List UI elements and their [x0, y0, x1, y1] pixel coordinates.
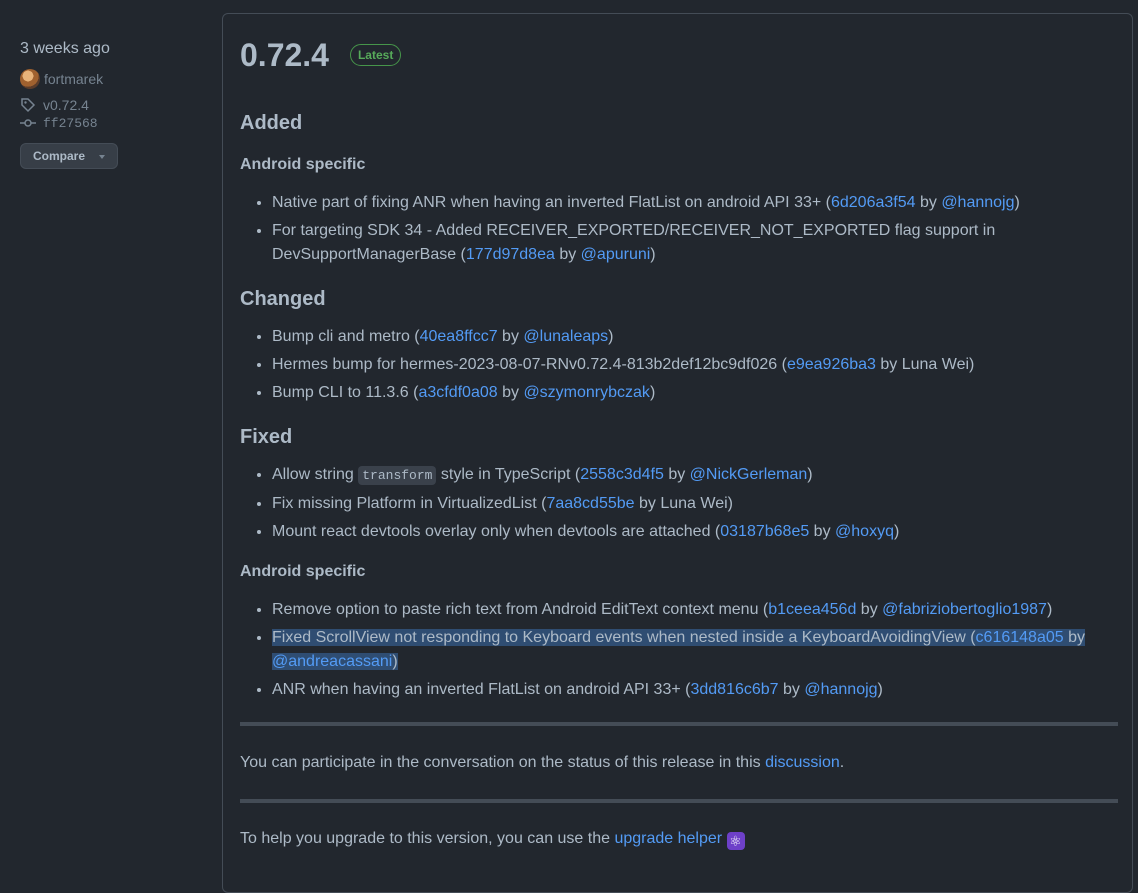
- user-link[interactable]: @szymonrybczak: [523, 384, 650, 401]
- release-title[interactable]: 0.72.4: [240, 37, 329, 74]
- tag-link[interactable]: v0.72.4: [20, 97, 200, 113]
- commit-link[interactable]: c616148a05: [976, 629, 1064, 646]
- release-sidebar: 3 weeks ago fortmarek v0.72.4 ff27568 Co…: [20, 38, 200, 169]
- commit-hash[interactable]: ff27568: [43, 116, 98, 131]
- list-item: Bump cli and metro (40ea8ffcc7 by @lunal…: [272, 325, 1118, 349]
- user-link[interactable]: @andreacassani: [272, 653, 392, 670]
- user-link[interactable]: @lunaleaps: [523, 328, 608, 345]
- subheading-android-specific: Android specific: [240, 563, 366, 580]
- commit-link[interactable]: 2558c3d4f5: [580, 466, 664, 483]
- compare-label: Compare: [33, 149, 86, 163]
- react-atom-icon: ⚛: [726, 832, 745, 850]
- user-link[interactable]: @apuruni: [581, 246, 651, 263]
- commit-link[interactable]: 7aa8cd55be: [546, 495, 634, 512]
- commit-link[interactable]: b1ceea456d: [768, 601, 856, 618]
- list-item: Bump CLI to 11.3.6 (a3cfdf0a08 by @szymo…: [272, 381, 1118, 405]
- author-name[interactable]: fortmarek: [44, 71, 103, 87]
- release-card: 0.72.4 Latest Added Android specific Nat…: [222, 13, 1133, 893]
- list-item: Native part of fixing ANR when having an…: [272, 191, 1118, 215]
- tag-icon: [21, 98, 36, 113]
- user-link[interactable]: @NickGerleman: [690, 466, 808, 483]
- commit-link[interactable]: a3cfdf0a08: [418, 384, 497, 401]
- release-body: 0.72.4 Latest Added Android specific Nat…: [240, 14, 1118, 851]
- list-item: Remove option to paste rich text from An…: [272, 598, 1118, 622]
- compare-button[interactable]: Compare: [20, 143, 118, 169]
- user-link[interactable]: @hannojg: [941, 194, 1014, 211]
- changed-list: Bump cli and metro (40ea8ffcc7 by @lunal…: [240, 325, 1118, 405]
- commit-link[interactable]: ff27568: [20, 115, 200, 131]
- commit-link[interactable]: 3dd816c6b7: [690, 681, 778, 698]
- commit-icon: [20, 119, 36, 127]
- commit-link[interactable]: e9ea926ba3: [787, 356, 876, 373]
- commit-link[interactable]: 6d206a3f54: [831, 194, 916, 211]
- list-item: Hermes bump for hermes-2023-08-07-RNv0.7…: [272, 353, 1118, 377]
- upgrade-paragraph: To help you upgrade to this version, you…: [240, 827, 1118, 851]
- user-link[interactable]: @hannojg: [804, 681, 877, 698]
- inline-code: transform: [358, 466, 437, 485]
- divider: [240, 799, 1118, 803]
- release-date: 3 weeks ago: [20, 40, 110, 57]
- chevron-down-icon: [99, 155, 105, 159]
- list-item: Allow string transform style in TypeScri…: [272, 463, 1118, 488]
- release-header: 0.72.4 Latest: [240, 14, 1118, 96]
- list-item: Mount react devtools overlay only when d…: [272, 520, 1118, 544]
- user-link[interactable]: @fabriziobertoglio1987: [882, 601, 1047, 618]
- list-item: Fix missing Platform in VirtualizedList …: [272, 492, 1118, 516]
- discussion-paragraph: You can participate in the conversation …: [240, 754, 845, 771]
- section-heading-added: Added: [240, 112, 303, 134]
- added-list: Native part of fixing ANR when having an…: [240, 191, 1118, 267]
- fixed-android-list: Remove option to paste rich text from An…: [240, 598, 1118, 702]
- section-heading-fixed: Fixed: [240, 426, 293, 448]
- list-item: For targeting SDK 34 - Added RECEIVER_EX…: [272, 219, 1118, 267]
- list-item-selected: Fixed ScrollView not responding to Keybo…: [272, 626, 1118, 674]
- latest-badge: Latest: [349, 44, 402, 66]
- avatar: [20, 69, 40, 89]
- divider: [240, 722, 1118, 726]
- commit-link[interactable]: 40ea8ffcc7: [420, 328, 498, 345]
- subheading-android-specific: Android specific: [240, 156, 366, 173]
- discussion-link[interactable]: discussion: [765, 754, 840, 771]
- commit-link[interactable]: 03187b68e5: [720, 523, 809, 540]
- user-link[interactable]: @hoxyq: [835, 523, 894, 540]
- selected-text: Fixed ScrollView not responding to Keybo…: [272, 629, 1085, 670]
- fixed-list: Allow string transform style in TypeScri…: [240, 463, 1118, 544]
- upgrade-helper-link[interactable]: upgrade helper: [614, 830, 722, 847]
- section-heading-changed: Changed: [240, 288, 326, 310]
- list-item: ANR when having an inverted FlatList on …: [272, 678, 1118, 702]
- author-link[interactable]: fortmarek: [20, 69, 200, 89]
- commit-link[interactable]: 177d97d8ea: [466, 246, 555, 263]
- tag-label[interactable]: v0.72.4: [43, 97, 89, 113]
